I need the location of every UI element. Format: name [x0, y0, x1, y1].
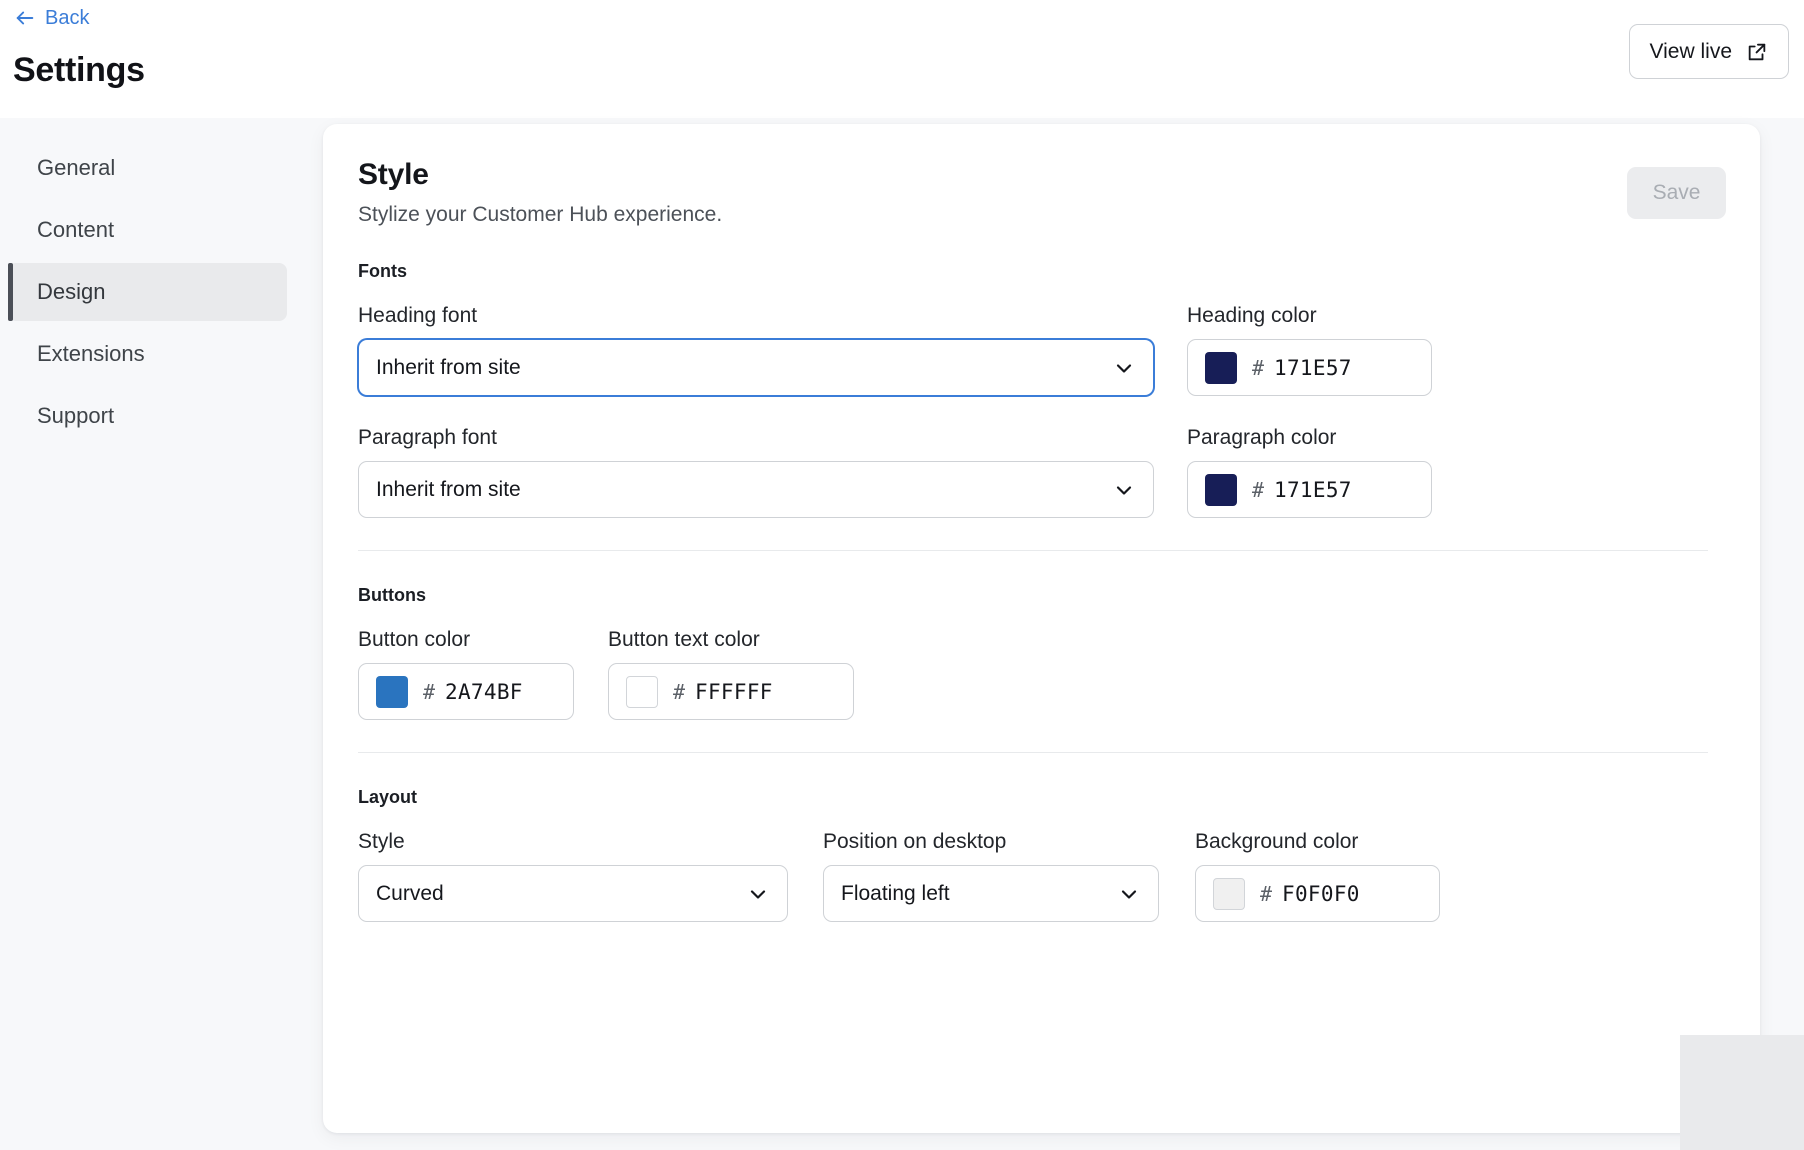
arrow-left-icon	[14, 7, 36, 29]
section-divider-buttons	[358, 752, 1708, 753]
layout-position-value: Floating left	[841, 882, 950, 905]
sidebar-item-label: Design	[37, 279, 106, 304]
paragraph-font-label: Paragraph font	[358, 426, 497, 449]
button-color-input[interactable]: # 2A74BF	[358, 663, 574, 720]
hash-symbol: #	[1252, 477, 1265, 502]
paragraph-color-swatch[interactable]	[1205, 473, 1237, 506]
chevron-down-icon	[1117, 882, 1141, 906]
hash-symbol: #	[423, 679, 436, 704]
sidebar-item-design[interactable]: Design	[8, 263, 287, 321]
layout-position-label: Position on desktop	[823, 830, 1007, 853]
save-button[interactable]: Save	[1627, 167, 1726, 219]
heading-font-select[interactable]: Inherit from site	[358, 339, 1154, 396]
button-text-color-field: Button text color # FFFFFF	[608, 628, 854, 720]
sidebar-item-label: Content	[37, 217, 115, 242]
sidebar-item-label: General	[37, 155, 116, 180]
layout-style-value: Curved	[376, 882, 444, 905]
button-text-color-swatch[interactable]	[626, 675, 658, 708]
card-header: Style Stylize your Customer Hub experien…	[358, 158, 1726, 227]
sidebar-item-general[interactable]: General	[8, 139, 287, 197]
heading-color-swatch[interactable]	[1205, 351, 1237, 384]
paragraph-font-field: Paragraph font Inherit from site	[358, 426, 1154, 518]
background-color-value: F0F0F0	[1282, 881, 1360, 906]
button-color-value: 2A74BF	[445, 679, 523, 704]
style-settings-card: Style Stylize your Customer Hub experien…	[323, 124, 1760, 1133]
button-text-color-value: FFFFFF	[695, 679, 773, 704]
background-color-field: Background color # F0F0F0	[1195, 830, 1440, 922]
chevron-down-icon	[1112, 356, 1136, 380]
chevron-down-icon	[1112, 478, 1136, 502]
back-label: Back	[45, 7, 90, 29]
back-button[interactable]: Back	[14, 7, 89, 29]
sidebar-item-extensions[interactable]: Extensions	[8, 325, 287, 383]
paragraph-font-select[interactable]: Inherit from site	[358, 461, 1154, 518]
heading-font-value: Inherit from site	[376, 356, 521, 379]
sidebar-item-label: Support	[37, 403, 115, 428]
background-color-swatch[interactable]	[1213, 877, 1245, 910]
sidebar-item-label: Extensions	[37, 341, 145, 366]
layout-style-label: Style	[358, 830, 405, 853]
paragraph-color-label: Paragraph color	[1187, 426, 1337, 449]
sidebar-item-support[interactable]: Support	[8, 387, 287, 445]
view-live-label: View live	[1649, 39, 1732, 63]
heading-font-field: Heading font Inherit from site	[358, 304, 1154, 396]
heading-font-row: Heading font Inherit from site Heading c…	[358, 304, 1708, 396]
card-title: Style	[358, 158, 429, 191]
button-text-color-input[interactable]: # FFFFFF	[608, 663, 854, 720]
hash-symbol: #	[1252, 355, 1265, 380]
chevron-down-icon	[746, 882, 770, 906]
button-color-swatch[interactable]	[376, 675, 408, 708]
heading-color-value: 171E57	[1274, 355, 1352, 380]
section-divider-fonts	[358, 550, 1708, 551]
paragraph-font-value: Inherit from site	[376, 478, 521, 501]
background-color-input[interactable]: # F0F0F0	[1195, 865, 1440, 922]
layout-position-field: Position on desktop Floating left	[823, 830, 1159, 922]
paragraph-color-field: Paragraph color # 171E57	[1187, 426, 1432, 518]
hash-symbol: #	[1260, 881, 1273, 906]
heading-color-input[interactable]: # 171E57	[1187, 339, 1432, 396]
customer-hub-floating-widget[interactable]	[1680, 1035, 1804, 1150]
layout-style-select[interactable]: Curved	[358, 865, 788, 922]
button-color-label: Button color	[358, 628, 471, 651]
section-title-fonts: Fonts	[358, 261, 407, 281]
background-color-label: Background color	[1195, 830, 1359, 853]
page-body: General Content Design Extensions Suppor…	[0, 118, 1804, 1150]
view-live-button[interactable]: View live	[1628, 24, 1789, 79]
section-title-buttons: Buttons	[358, 585, 426, 605]
paragraph-color-value: 171E57	[1274, 477, 1352, 502]
layout-row: Style Curved Position on desktop Floatin…	[358, 830, 1708, 922]
layout-style-field: Style Curved	[358, 830, 788, 922]
external-link-icon	[1746, 41, 1768, 63]
button-text-color-label: Button text color	[608, 628, 760, 651]
paragraph-font-row: Paragraph font Inherit from site Paragra…	[358, 426, 1708, 518]
heading-color-label: Heading color	[1187, 304, 1317, 327]
app-header: Back Settings View live	[0, 0, 1804, 118]
hash-symbol: #	[673, 679, 686, 704]
heading-color-field: Heading color # 171E57	[1187, 304, 1432, 396]
layout-position-select[interactable]: Floating left	[823, 865, 1159, 922]
heading-font-label: Heading font	[358, 304, 478, 327]
settings-sidebar: General Content Design Extensions Suppor…	[0, 118, 323, 1150]
page-title: Settings	[13, 51, 145, 89]
section-title-layout: Layout	[358, 787, 418, 807]
sidebar-item-content[interactable]: Content	[8, 201, 287, 259]
button-color-field: Button color # 2A74BF	[358, 628, 574, 720]
buttons-row: Button color # 2A74BF Button text color …	[358, 628, 1708, 720]
paragraph-color-input[interactable]: # 171E57	[1187, 461, 1432, 518]
card-subtitle: Stylize your Customer Hub experience.	[358, 203, 723, 226]
